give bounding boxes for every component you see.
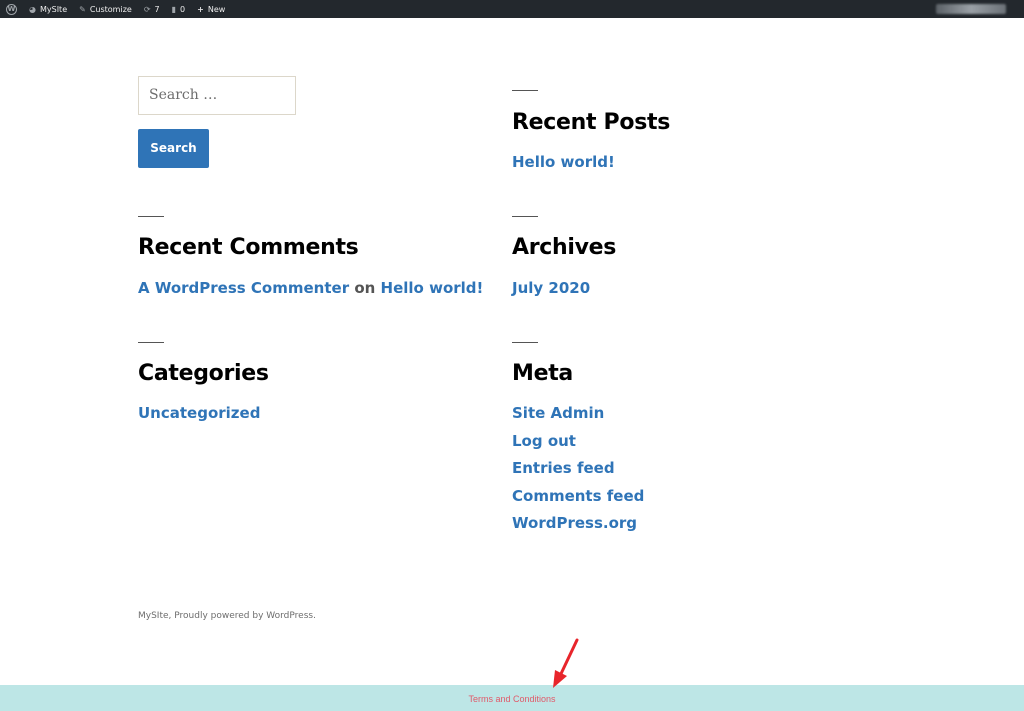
updates-count: 7 <box>154 4 160 14</box>
widget-divider <box>512 216 538 217</box>
annotation-arrow-icon <box>553 638 579 688</box>
archive-link[interactable]: July 2020 <box>512 279 590 297</box>
recent-comments-title: Recent Comments <box>138 235 359 260</box>
new-content-menu[interactable]: + New <box>191 0 231 18</box>
new-label: New <box>207 4 226 14</box>
comment-icon: ▮ <box>171 4 177 14</box>
comment-connector: on <box>354 279 376 297</box>
meta-title: Meta <box>512 361 573 386</box>
search-button[interactable]: Search <box>138 129 209 168</box>
meta-link-entries-feed[interactable]: Entries feed <box>512 459 615 477</box>
recent-posts-title: Recent Posts <box>512 110 671 135</box>
admin-bar: W ◕ MySIte ✎ Customize ⟳ 7 ▮ 0 + New <box>0 0 1024 18</box>
widget-divider <box>512 342 538 343</box>
widget-divider <box>138 342 164 343</box>
comment-author-link[interactable]: A WordPress Commenter <box>138 279 349 297</box>
wordpress-logo-menu[interactable]: W <box>0 0 23 18</box>
plus-icon: + <box>197 4 204 14</box>
comment-post-link[interactable]: Hello world! <box>381 279 484 297</box>
categories-title: Categories <box>138 361 269 386</box>
wordpress-logo-icon: W <box>6 3 17 15</box>
customize-link[interactable]: ✎ Customize <box>73 0 138 18</box>
updates-link[interactable]: ⟳ 7 <box>138 0 166 18</box>
customize-label: Customize <box>89 4 132 14</box>
meta-link-comments-feed[interactable]: Comments feed <box>512 487 644 505</box>
widget-divider <box>512 90 538 91</box>
dashboard-icon: ◕ <box>29 4 36 14</box>
meta-link-log-out[interactable]: Log out <box>512 432 576 450</box>
brush-icon: ✎ <box>79 4 86 14</box>
archives-title: Archives <box>512 235 617 260</box>
terms-bar: Terms and Conditions <box>0 685 1024 711</box>
user-account-menu[interactable] <box>936 4 1006 14</box>
updates-icon: ⟳ <box>143 4 151 14</box>
comments-link[interactable]: ▮ 0 <box>166 0 192 18</box>
meta-link-site-admin[interactable]: Site Admin <box>512 404 604 422</box>
recent-post-link[interactable]: Hello world! <box>512 153 615 171</box>
widget-divider <box>138 216 164 217</box>
search-input[interactable]: Search … <box>138 76 296 115</box>
site-name-menu[interactable]: ◕ MySIte <box>23 0 73 18</box>
recent-comment-entry: A WordPress Commenter on Hello world! <box>138 279 483 297</box>
footer-credit: MySIte, Proudly powered by WordPress. <box>138 611 316 621</box>
site-name-label: MySIte <box>39 4 68 14</box>
terms-and-conditions-link[interactable]: Terms and Conditions <box>0 694 1024 704</box>
search-placeholder: Search … <box>149 87 218 103</box>
comments-count: 0 <box>180 4 186 14</box>
category-link[interactable]: Uncategorized <box>138 404 260 422</box>
meta-link-wordpress-org[interactable]: WordPress.org <box>512 514 637 532</box>
